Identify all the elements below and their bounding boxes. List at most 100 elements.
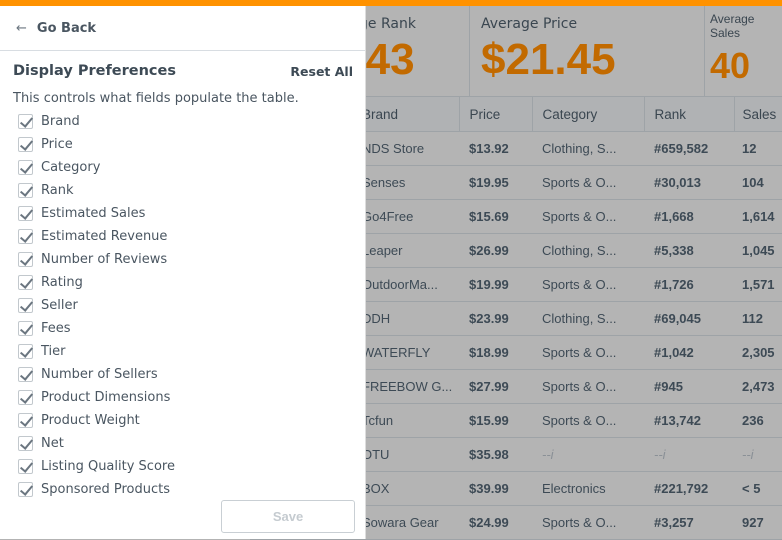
field-option[interactable]: Fees bbox=[18, 317, 365, 340]
arrow-left-icon: ← bbox=[16, 20, 27, 36]
checkbox-checked-icon[interactable] bbox=[18, 367, 33, 382]
cell-rank: #30,013 bbox=[644, 165, 734, 200]
column-header-price[interactable]: Price bbox=[459, 96, 533, 132]
checkbox-checked-icon[interactable] bbox=[18, 413, 33, 428]
cell-category: Sports & O... bbox=[532, 199, 644, 234]
cell-rank: #659,582 bbox=[644, 131, 734, 166]
checkbox-checked-icon[interactable] bbox=[18, 160, 33, 175]
field-option[interactable]: Estimated Sales bbox=[18, 202, 365, 225]
cell-rank: #1,726 bbox=[644, 267, 734, 302]
cell-category: Sports & O... bbox=[532, 267, 644, 302]
field-option[interactable]: Seller bbox=[18, 294, 365, 317]
cell-price: $13.92 bbox=[459, 131, 532, 166]
cell-category: Sports & O... bbox=[532, 369, 644, 404]
checkbox-checked-icon[interactable] bbox=[18, 436, 33, 451]
cell-sales: 1,614 bbox=[734, 199, 782, 234]
field-option[interactable]: Rating bbox=[18, 271, 365, 294]
field-option-label: Net bbox=[41, 436, 64, 451]
cell-category: Sports & O... bbox=[532, 335, 644, 370]
field-option-label: Listing Quality Score bbox=[41, 459, 175, 474]
field-option[interactable]: Number of Reviews bbox=[18, 248, 365, 271]
checkbox-checked-icon[interactable] bbox=[18, 229, 33, 244]
checkbox-checked-icon[interactable] bbox=[18, 459, 33, 474]
field-option[interactable]: Brand bbox=[18, 110, 365, 133]
cell-price: $18.99 bbox=[459, 335, 532, 370]
cell-sales: 2,305 bbox=[734, 335, 782, 370]
field-option[interactable]: Product Weight bbox=[18, 409, 365, 432]
cell-category: Sports & O... bbox=[532, 165, 644, 200]
stat-label: Average Sales bbox=[710, 12, 755, 40]
column-header-rank[interactable]: Rank bbox=[644, 96, 735, 132]
field-option[interactable]: Price bbox=[18, 133, 365, 156]
cell-sales: 112 bbox=[734, 301, 782, 336]
cell-rank: #945 bbox=[644, 369, 734, 404]
save-button[interactable]: Save bbox=[221, 500, 355, 533]
cell-sales: 236 bbox=[734, 403, 782, 438]
field-option-label: Number of Sellers bbox=[41, 367, 158, 382]
stat-value: 40 bbox=[710, 45, 751, 86]
panel-description: This controls what fields populate the t… bbox=[13, 91, 299, 106]
checkbox-checked-icon[interactable] bbox=[18, 344, 33, 359]
field-options-list: Brand Price Category Rank Estimated Sales Est… bbox=[0, 106, 365, 501]
checkbox-checked-icon[interactable] bbox=[18, 252, 33, 267]
column-header-category[interactable]: Category bbox=[532, 96, 645, 132]
cell-category: Clothing, S... bbox=[532, 301, 644, 336]
checkbox-checked-icon[interactable] bbox=[18, 183, 33, 198]
cell-sales: < 5 bbox=[734, 471, 782, 506]
cell-price: $15.99 bbox=[459, 403, 532, 438]
cell-rank: --i bbox=[644, 437, 734, 472]
cell-rank: #221,792 bbox=[644, 471, 734, 506]
cell-category: Electronics bbox=[532, 471, 644, 506]
cell-sales: 2,473 bbox=[734, 369, 782, 404]
field-option[interactable]: Product Dimensions bbox=[18, 386, 365, 409]
reset-all-button[interactable]: Reset All bbox=[290, 64, 353, 79]
panel-title: Display Preferences bbox=[13, 63, 176, 79]
field-option-label: Category bbox=[41, 160, 101, 175]
field-option-label: Brand bbox=[41, 114, 80, 129]
checkbox-checked-icon[interactable] bbox=[18, 298, 33, 313]
cell-rank: #69,045 bbox=[644, 301, 734, 336]
column-header-sales[interactable]: Sales bbox=[734, 96, 782, 132]
field-option[interactable]: Category bbox=[18, 156, 365, 179]
checkbox-checked-icon[interactable] bbox=[18, 275, 33, 290]
stat-value: $21.45 bbox=[481, 35, 616, 84]
cell-rank: #5,338 bbox=[644, 233, 734, 268]
field-option-label: Sponsored Products bbox=[41, 482, 170, 497]
checkbox-checked-icon[interactable] bbox=[18, 114, 33, 129]
cell-rank: #13,742 bbox=[644, 403, 734, 438]
field-option[interactable]: Tier bbox=[18, 340, 365, 363]
cell-sales: 1,045 bbox=[734, 233, 782, 268]
field-option[interactable]: Rank bbox=[18, 179, 365, 202]
cell-category: Clothing, S... bbox=[532, 131, 644, 166]
cell-price: $15.69 bbox=[459, 199, 532, 234]
field-option-label: Product Weight bbox=[41, 413, 140, 428]
checkbox-checked-icon[interactable] bbox=[18, 390, 33, 405]
field-option[interactable]: Net bbox=[18, 432, 365, 455]
cell-price: $35.98 bbox=[459, 437, 532, 472]
cell-rank: #3,257 bbox=[644, 505, 734, 540]
cell-category: Sports & O... bbox=[532, 505, 644, 540]
checkbox-checked-icon[interactable] bbox=[18, 321, 33, 336]
field-option[interactable]: Listing Quality Score bbox=[18, 455, 365, 478]
field-option[interactable]: Estimated Revenue bbox=[18, 225, 365, 248]
cell-price: $24.99 bbox=[459, 505, 532, 540]
cell-category: Clothing, S... bbox=[532, 233, 644, 268]
cell-sales: 104 bbox=[734, 165, 782, 200]
stat-card-price: Average Price $21.45 bbox=[469, 6, 705, 96]
checkbox-checked-icon[interactable] bbox=[18, 206, 33, 221]
field-option[interactable]: Number of Sellers bbox=[18, 363, 365, 386]
cell-rank: #1,042 bbox=[644, 335, 734, 370]
cell-price: $26.99 bbox=[459, 233, 532, 268]
field-option-label: Tier bbox=[41, 344, 66, 359]
field-option-label: Fees bbox=[41, 321, 71, 336]
field-option-label: Number of Reviews bbox=[41, 252, 168, 267]
go-back-label: Go Back bbox=[36, 20, 97, 36]
field-option[interactable]: Sponsored Products bbox=[18, 478, 365, 501]
cell-sales: 12 bbox=[734, 131, 782, 166]
field-option-label: Rating bbox=[41, 275, 83, 290]
cell-price: $19.95 bbox=[459, 165, 532, 200]
cell-price: $27.99 bbox=[459, 369, 532, 404]
checkbox-checked-icon[interactable] bbox=[18, 482, 33, 497]
go-back-button[interactable]: ← Go Back bbox=[0, 6, 365, 51]
checkbox-checked-icon[interactable] bbox=[18, 137, 33, 152]
